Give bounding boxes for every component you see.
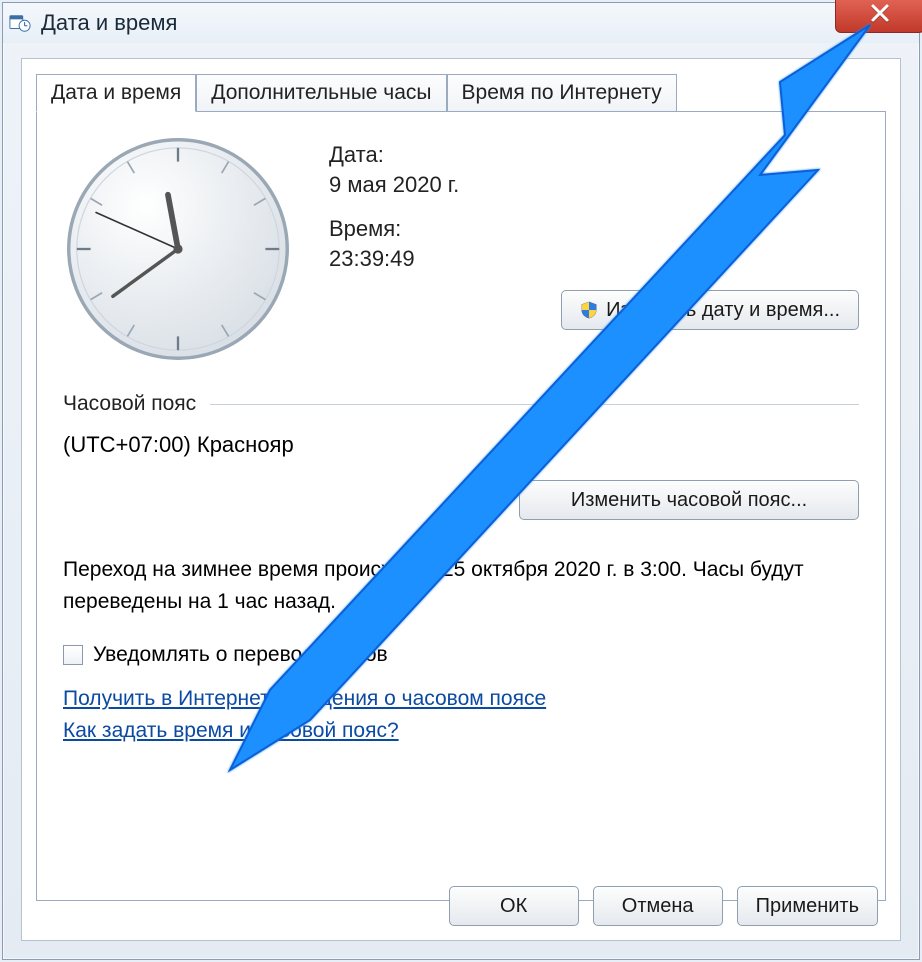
cancel-label: Отмена — [622, 895, 694, 918]
separator-line — [210, 404, 859, 405]
link-timezone-info[interactable]: Получить в Интернете сведения о часовом … — [63, 687, 859, 711]
tab-date-time[interactable]: Дата и время — [36, 74, 196, 112]
uac-shield-icon — [580, 301, 598, 319]
clock-calendar-icon — [9, 12, 31, 34]
dst-notify-label: Уведомлять о переводе часов — [93, 643, 388, 667]
tab-page-date-time: Дата: 9 мая 2020 г. Время: 23:39:49 — [36, 111, 886, 901]
link-howto-set-time[interactable]: Как задать время и часовой пояс? — [63, 719, 859, 743]
time-value: 23:39:49 — [329, 246, 859, 272]
change-timezone-label: Изменить часовой пояс... — [571, 489, 807, 512]
tab-internet-time[interactable]: Время по Интернету — [447, 74, 677, 112]
close-icon — [868, 1, 892, 25]
window-title: Дата и время — [41, 10, 177, 36]
date-value: 9 мая 2020 г. — [329, 172, 859, 198]
apply-label: Применить — [756, 895, 859, 918]
close-button[interactable] — [835, 0, 922, 33]
dst-info-text: Переход на зимнее время происходит 25 ок… — [63, 554, 859, 617]
cancel-button[interactable]: Отмена — [593, 886, 723, 926]
tab-strip: Дата и время Дополнительные часы Время п… — [22, 59, 900, 111]
apply-button[interactable]: Применить — [737, 886, 878, 926]
analog-clock — [63, 134, 293, 364]
date-label: Дата: — [329, 142, 859, 168]
dialog-window: Дата и время Дата и время Дополнительные… — [2, 2, 920, 960]
change-date-time-button[interactable]: Изменить дату и время... — [561, 290, 859, 330]
dialog-button-row: ОК Отмена Применить — [449, 886, 878, 926]
dst-notify-checkbox[interactable] — [63, 645, 83, 665]
client-area: Дата и время Дополнительные часы Время п… — [21, 58, 901, 941]
timezone-group-label: Часовой пояс — [63, 392, 196, 416]
tab-additional-clocks[interactable]: Дополнительные часы — [196, 74, 446, 112]
ok-label: ОК — [500, 895, 527, 918]
change-date-time-label: Изменить дату и время... — [606, 299, 840, 322]
change-timezone-button[interactable]: Изменить часовой пояс... — [519, 480, 859, 520]
timezone-value: (UTC+07:00) Краснояр — [63, 432, 859, 458]
time-label: Время: — [329, 216, 859, 242]
titlebar[interactable]: Дата и время — [3, 3, 919, 43]
ok-button[interactable]: ОК — [449, 886, 579, 926]
